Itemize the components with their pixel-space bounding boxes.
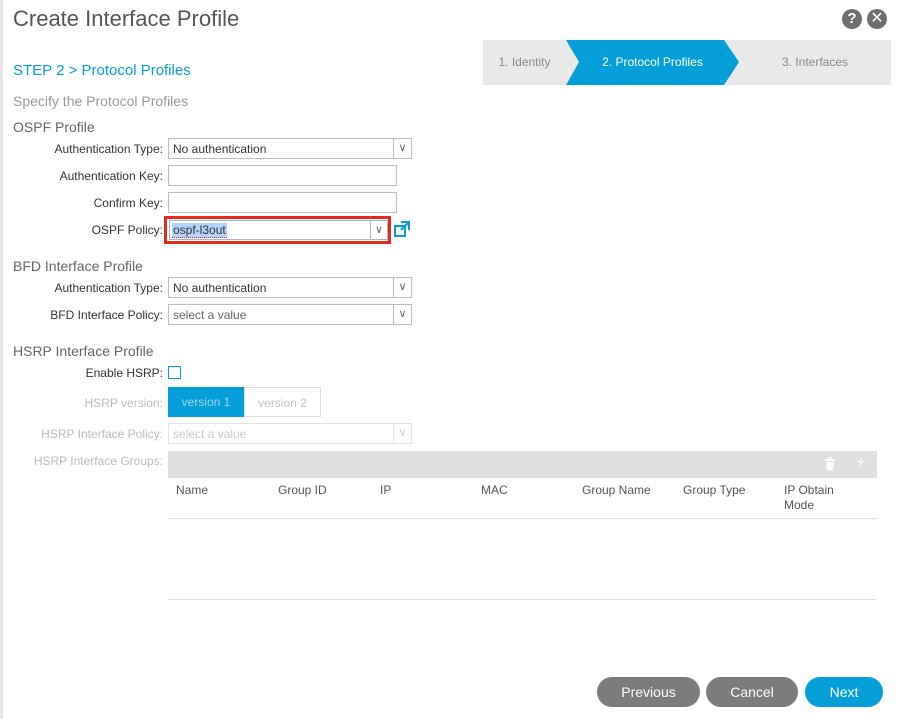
- bfd-auth-type-select[interactable]: No authentication ∨: [168, 277, 412, 298]
- hsrp-groups-label: HSRP Interface Groups:: [33, 454, 163, 468]
- hsrp-enable-checkbox[interactable]: [168, 366, 181, 379]
- subheading: Specify the Protocol Profiles: [13, 93, 189, 109]
- hsrp-version-2-option[interactable]: version 2: [244, 387, 321, 417]
- add-icon[interactable]: +: [856, 455, 865, 471]
- step-heading: STEP 2 > Protocol Profiles: [13, 62, 191, 79]
- open-in-new-window-icon[interactable]: [394, 221, 410, 237]
- column-header-group-name[interactable]: Group Name: [582, 483, 651, 498]
- close-button[interactable]: ✕: [867, 9, 887, 29]
- bfd-policy-select[interactable]: select a value ∨: [168, 304, 412, 325]
- bfd-policy-placeholder: select a value: [173, 308, 247, 322]
- bfd-auth-type-value: No authentication: [173, 281, 267, 295]
- column-header-mac[interactable]: MAC: [481, 483, 508, 498]
- column-header-name[interactable]: Name: [176, 483, 208, 498]
- previous-button[interactable]: Previous: [597, 677, 700, 707]
- column-header-ip[interactable]: IP: [380, 483, 391, 498]
- ospf-auth-type-label: Authentication Type:: [54, 142, 163, 156]
- wizard-step-protocol-profiles[interactable]: 2. Protocol Profiles: [566, 40, 739, 85]
- dialog-title: Create Interface Profile: [13, 6, 240, 31]
- hsrp-policy-label: HSRP Interface Policy:: [41, 427, 163, 441]
- wizard-step-interfaces[interactable]: 3. Interfaces: [739, 40, 891, 85]
- ospf-policy-value: ospf-l3out: [172, 223, 227, 238]
- hsrp-enable-label: Enable HSRP:: [85, 366, 163, 380]
- ospf-section-title: OSPF Profile: [13, 119, 95, 135]
- ospf-auth-type-select[interactable]: No authentication ∨: [168, 138, 412, 159]
- wizard-steps: 1. Identity 2. Protocol Profiles 3. Inte…: [483, 40, 891, 85]
- left-window-edge: [0, 0, 3, 719]
- help-button[interactable]: ?: [842, 9, 862, 29]
- column-header-ip-obtain-mode[interactable]: IP Obtain Mode: [784, 483, 854, 513]
- ospf-auth-key-label: Authentication Key:: [59, 169, 163, 183]
- ospf-policy-label: OSPF Policy:: [91, 223, 163, 237]
- column-header-group-id[interactable]: Group ID: [278, 483, 327, 498]
- table-header-divider: [168, 518, 877, 519]
- ospf-confirm-key-label: Confirm Key:: [93, 196, 163, 210]
- bfd-policy-label: BFD Interface Policy:: [50, 308, 163, 322]
- chevron-down-icon: ∨: [393, 305, 411, 324]
- trash-icon[interactable]: [823, 457, 837, 471]
- bfd-auth-type-label: Authentication Type:: [54, 281, 163, 295]
- ospf-auth-key-input[interactable]: [168, 165, 397, 186]
- chevron-down-icon: ∨: [393, 424, 411, 443]
- hsrp-section-title: HSRP Interface Profile: [13, 343, 154, 359]
- wizard-step-identity[interactable]: 1. Identity: [483, 40, 566, 85]
- ospf-confirm-key-input[interactable]: [168, 192, 397, 213]
- hsrp-version-label: HSRP version:: [84, 396, 163, 410]
- hsrp-groups-toolbar: [168, 451, 877, 478]
- next-button[interactable]: Next: [805, 677, 883, 707]
- cancel-button[interactable]: Cancel: [706, 677, 798, 707]
- hsrp-policy-placeholder: select a value: [173, 427, 247, 441]
- ospf-policy-select[interactable]: ospf-l3out ∨: [169, 220, 388, 240]
- chevron-down-icon: ∨: [370, 221, 387, 239]
- table-bottom-divider: [168, 599, 877, 600]
- chevron-down-icon: ∨: [393, 139, 411, 158]
- hsrp-policy-select[interactable]: select a value ∨: [168, 423, 412, 444]
- ospf-auth-type-value: No authentication: [173, 142, 267, 156]
- bfd-section-title: BFD Interface Profile: [13, 258, 143, 274]
- chevron-down-icon: ∨: [393, 278, 411, 297]
- column-header-group-type[interactable]: Group Type: [683, 483, 745, 498]
- hsrp-version-1-option[interactable]: version 1: [168, 387, 244, 417]
